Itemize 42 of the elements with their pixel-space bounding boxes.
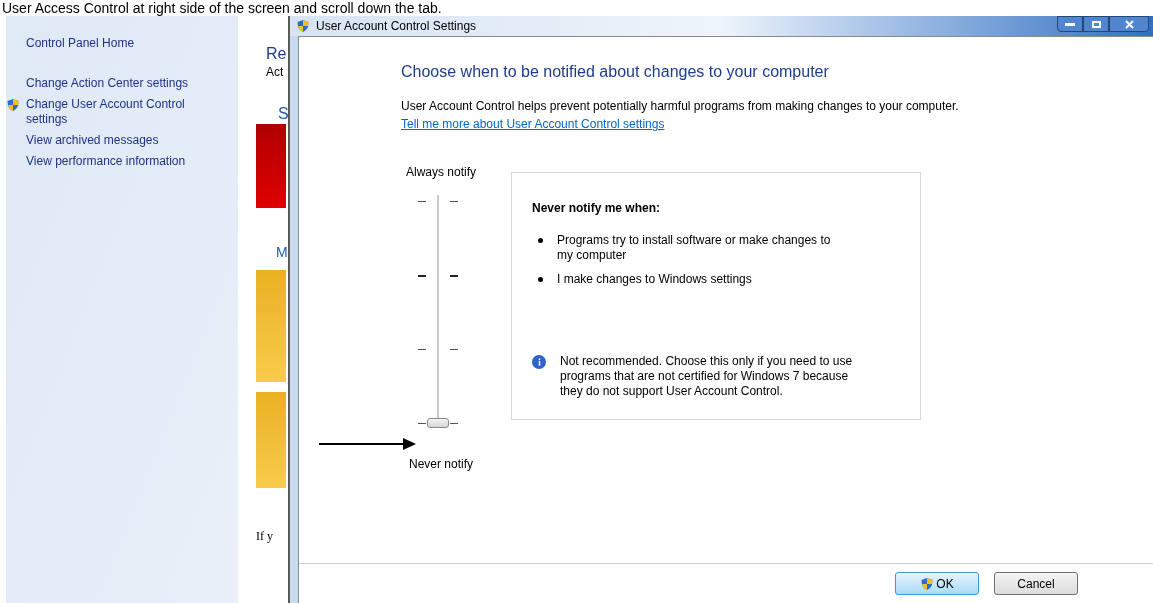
minimize-button[interactable] <box>1057 16 1083 32</box>
note-text: Not recommended. Choose this only if you need to use programs that are not certified for Windows 7 because they do not support User Account Control. <box>560 354 854 399</box>
slider-thumb[interactable] <box>427 418 449 428</box>
shield-icon <box>6 98 20 112</box>
info-title: Never notify me when: <box>532 200 662 217</box>
maximize-button[interactable] <box>1083 16 1109 32</box>
tick-mark <box>450 201 458 202</box>
ok-button[interactable]: OK <box>895 572 979 595</box>
sidebar-link[interactable]: View archived messages <box>26 133 226 148</box>
caption: User Access Control at right side of the screen and scroll down the tab. <box>1 0 443 16</box>
bullet-text: I make changes to Windows settings <box>557 272 753 287</box>
close-icon <box>1124 19 1134 29</box>
partial-text: S <box>278 106 288 122</box>
tick-mark <box>418 275 426 277</box>
window-title: User Account Control Settings <box>316 18 477 35</box>
partial-text: Act <box>266 64 285 80</box>
partial-text: M <box>276 244 288 260</box>
shield-icon <box>920 576 935 591</box>
partial-text: If y <box>256 528 274 544</box>
close-button[interactable] <box>1109 16 1149 32</box>
tick-mark <box>450 423 458 424</box>
sidebar-link[interactable]: Change Action Center settings <box>26 76 226 91</box>
sidebar-link[interactable]: View performance information <box>26 154 226 169</box>
sidebar-link[interactable]: Change User Account Control settings <box>26 97 226 127</box>
tick-mark <box>450 275 458 277</box>
dialog-heading: Choose when to be notified about changes to your computer <box>401 62 830 82</box>
description-text: User Account Control helps prevent potentially harmful programs from making changes to your computer. <box>401 98 960 115</box>
info-icon <box>532 355 546 369</box>
sidebar-link[interactable]: Control Panel Home <box>26 36 226 51</box>
tick-mark <box>450 349 458 350</box>
slider-label: Always notify <box>406 164 476 181</box>
tick-mark <box>418 201 426 202</box>
slider-label: Never notify <box>409 456 473 473</box>
bullet-text: Programs try to install software or make changes to my computer <box>557 233 832 263</box>
partial-text: Re <box>266 46 288 62</box>
bullet-icon <box>538 238 543 243</box>
help-link[interactable]: Tell me more about User Account Control settings <box>401 115 1153 133</box>
tick-mark <box>418 349 426 350</box>
tick-mark <box>418 423 426 424</box>
bullet-icon <box>538 277 543 282</box>
shield-icon <box>296 19 310 33</box>
cancel-button[interactable]: Cancel <box>994 572 1078 595</box>
